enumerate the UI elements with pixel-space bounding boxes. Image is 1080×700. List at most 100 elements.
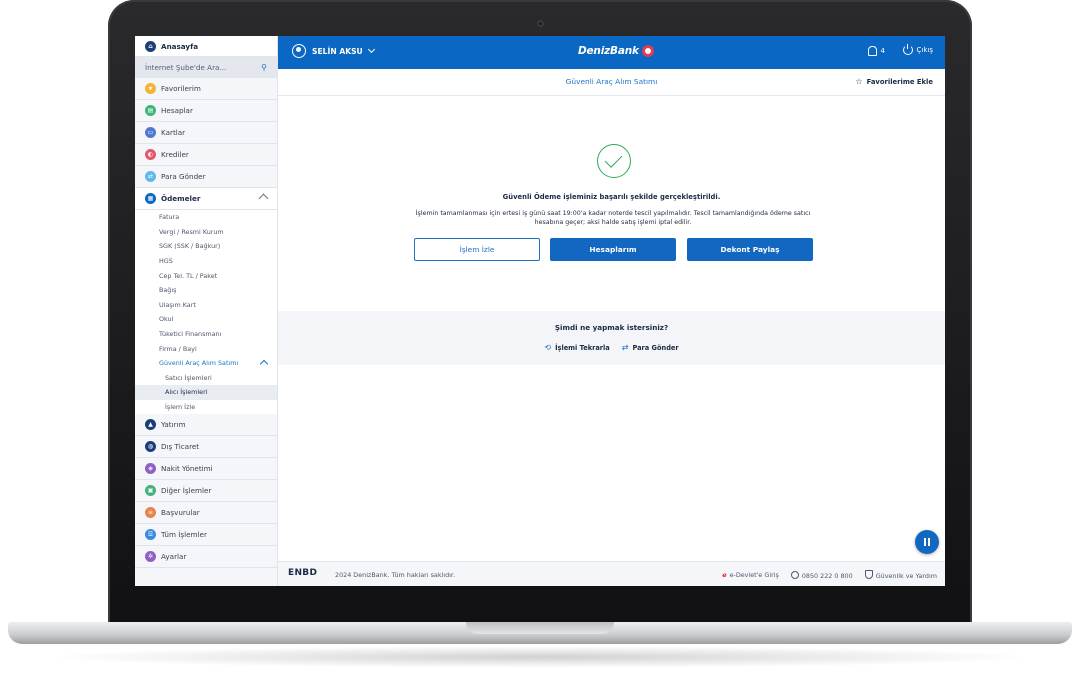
top-header: SELİN AKSU DenizBank 4 Çıkış (278, 36, 945, 69)
send-money-link[interactable]: ⇄ Para Gönder (622, 343, 679, 352)
sidebar-item-label: Nakit Yönetimi (161, 464, 213, 474)
sidebar-item-cash-management[interactable]: ◈ Nakit Yönetimi (135, 458, 277, 481)
submenu-item[interactable]: Cep Tel. TL / Paket (135, 268, 277, 283)
submenu-item[interactable]: HGS (135, 254, 277, 269)
sidebar-item-cards[interactable]: ▭ Kartlar (135, 122, 277, 144)
sidebar-item-label: Başvurular (161, 508, 200, 518)
globe-icon: ◍ (145, 441, 156, 453)
sidebar-item-settings[interactable]: ✲ Ayarlar (135, 546, 277, 569)
chart-icon: ▲ (145, 419, 156, 431)
sidebar-item-other[interactable]: ▣ Diğer İşlemler (135, 480, 277, 503)
edevlet-link[interactable]: e e-Devlet'e Giriş (722, 571, 779, 579)
power-icon (902, 44, 913, 55)
sidebar-item-loans[interactable]: ◐ Krediler (135, 144, 277, 166)
logout-button[interactable]: Çıkış (902, 44, 933, 55)
security-help-link[interactable]: Güvenlik ve Yardım (864, 570, 937, 580)
laptop-shadow (40, 646, 1040, 668)
brand-name: DenizBank (578, 45, 639, 57)
sidebar-item-favorites[interactable]: ★ Favorilerim (135, 78, 277, 100)
info-note: İşlemin tamamlanması için ertesi iş günü… (415, 210, 811, 226)
main-content: Güvenli Ödeme işleminiz başarılı şekilde… (278, 96, 945, 586)
sidebar-item-foreign-trade[interactable]: ◍ Dış Ticaret (135, 436, 277, 459)
shield-icon (864, 570, 873, 579)
sidebar-item-payments[interactable]: ▦ Ödemeler (135, 188, 277, 210)
submenu-item-buyer[interactable]: Alıcı İşlemleri (135, 385, 277, 400)
sidebar-item-all[interactable]: ☰ Tüm İşlemler (135, 524, 277, 547)
cash-icon: ◈ (145, 463, 156, 475)
submenu-item-label: Güvenli Araç Alım Satımı (159, 359, 239, 368)
submenu-item-vehicle-trade[interactable]: Güvenli Araç Alım Satımı (135, 356, 277, 371)
submenu-item[interactable]: Ulaşım Kart (135, 298, 277, 313)
sidebar-item-label: Dış Ticaret (161, 442, 200, 452)
form-icon: ≡ (145, 507, 156, 519)
gear-icon: ✲ (145, 551, 156, 563)
add-favorite-button[interactable]: ☆ Favorilerime Ekle (855, 77, 933, 86)
phone-icon (790, 570, 799, 579)
submenu-item-track[interactable]: İşlem İzle (135, 400, 277, 415)
camera-icon (537, 20, 544, 27)
chevron-down-icon[interactable] (367, 45, 375, 54)
sidebar-primary-items: ★ Favorilerim ▤ Hesaplar ▭ Kartlar ◐ Kre… (135, 78, 277, 188)
avatar-icon (292, 44, 306, 58)
search-icon[interactable]: ⚲ (261, 63, 267, 72)
list-icon: ☰ (145, 529, 156, 541)
sidebar-item-home[interactable]: ⌂ Anasayfa (135, 36, 277, 57)
repeat-transaction-link[interactable]: ⟲ İşlemi Tekrarla (544, 343, 609, 352)
copyright-text: 2024 DenizBank. Tüm hakları saklıdır. (335, 571, 455, 579)
sidebar-secondary-items: ▲ Yatırım ◍ Dış Ticaret ◈ Nakit Yönetimi… (135, 414, 277, 569)
sidebar-item-label: Para Gönder (161, 172, 206, 181)
screen: ⌂ Anasayfa İnternet Şube'de Ara... ⚲ ★ F… (135, 36, 945, 586)
loan-icon: ◐ (145, 149, 156, 160)
payments-icon: ▦ (145, 193, 156, 204)
submenu-item[interactable]: Okul (135, 312, 277, 327)
submenu-item[interactable]: SGK (SSK / Bağkur) (135, 239, 277, 254)
page-subheader: Güvenli Araç Alım Satımı ☆ Favorilerime … (278, 69, 945, 96)
footer: ENBD 2024 DenizBank. Tüm hakları saklıdı… (278, 561, 945, 586)
sidebar-item-label: Tüm İşlemler (161, 530, 207, 540)
user-menu[interactable]: SELİN AKSU (292, 44, 375, 58)
payments-submenu: Fatura Vergi / Resmi Kurum SGK (SSK / Ba… (135, 210, 277, 415)
submenu-item-seller[interactable]: Satıcı İşlemleri (135, 371, 277, 386)
submenu-item[interactable]: Vergi / Resmi Kurum (135, 225, 277, 240)
submenu-item[interactable]: Fatura (135, 210, 277, 225)
sidebar-item-label: Hesaplar (161, 106, 193, 115)
sidebar-item-accounts[interactable]: ▤ Hesaplar (135, 100, 277, 122)
send-label: Para Gönder (632, 343, 679, 352)
success-message: Güvenli Ödeme işleminiz başarılı şekilde… (502, 193, 721, 201)
edevlet-icon: e (722, 571, 727, 579)
logout-label: Çıkış (916, 46, 933, 54)
footer-links: e e-Devlet'e Giriş 0850 222 0 800 Güvenli… (722, 570, 937, 580)
chevron-up-icon[interactable] (259, 359, 269, 369)
transfer-icon: ⇄ (145, 171, 156, 182)
phone-number: 0850 222 0 800 (801, 571, 853, 580)
sidebar-item-investment[interactable]: ▲ Yatırım (135, 414, 277, 437)
sidebar-item-send-money[interactable]: ⇄ Para Gönder (135, 166, 277, 188)
next-steps-panel: Şimdi ne yapmak istersiniz? ⟲ İşlemi Tek… (278, 311, 945, 365)
my-accounts-button[interactable]: Hesaplarım (550, 238, 676, 261)
sidebar-item-label: Diğer İşlemler (161, 486, 212, 496)
submenu-item[interactable]: Tüketici Finansmanı (135, 327, 277, 342)
repeat-icon: ⟲ (544, 343, 552, 352)
search-input[interactable]: İnternet Şube'de Ara... ⚲ (135, 57, 277, 78)
submenu-item[interactable]: Bağış (135, 283, 277, 298)
laptop-notch (466, 622, 614, 634)
wallet-icon: ▤ (145, 105, 156, 116)
next-steps-links: ⟲ İşlemi Tekrarla ⇄ Para Gönder (278, 343, 945, 352)
search-placeholder: İnternet Şube'de Ara... (145, 62, 227, 72)
sidebar: ⌂ Anasayfa İnternet Şube'de Ara... ⚲ ★ F… (135, 36, 278, 586)
user-name: SELİN AKSU (312, 46, 363, 56)
pause-button[interactable] (915, 530, 939, 554)
edevlet-label: e-Devlet'e Giriş (729, 571, 779, 579)
sidebar-item-label: Anasayfa (161, 41, 199, 51)
logo-icon (641, 45, 654, 57)
enbd-logo: ENBD (288, 568, 318, 578)
notifications-button[interactable]: 4 (867, 46, 885, 56)
phone-link[interactable]: 0850 222 0 800 (790, 570, 853, 580)
repeat-label: İşlemi Tekrarla (555, 343, 610, 352)
chevron-up-icon[interactable] (258, 193, 269, 204)
submenu-item[interactable]: Firma / Bayi (135, 341, 277, 356)
track-transaction-button[interactable]: İşlem İzle (414, 238, 540, 261)
share-receipt-button[interactable]: Dekont Paylaş (687, 238, 813, 261)
sidebar-item-applications[interactable]: ≡ Başvurular (135, 502, 277, 525)
brand-logo[interactable]: DenizBank (578, 45, 654, 57)
